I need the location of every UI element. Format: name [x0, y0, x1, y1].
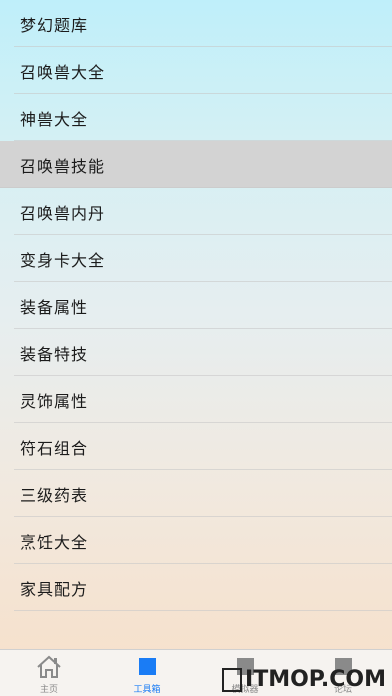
tab-home[interactable]: 主页: [0, 650, 98, 696]
menu-item-beast-skills[interactable]: 召唤兽技能: [0, 141, 392, 188]
home-icon: [36, 655, 62, 679]
menu-item-label: 召唤兽大全: [20, 62, 106, 82]
menu-item-label: 装备属性: [20, 297, 89, 317]
menu-item-accessory-attributes[interactable]: 灵饰属性: [0, 376, 392, 423]
menu-item-divine-beasts[interactable]: 神兽大全: [0, 94, 392, 141]
watermark-logo: ITMOP.COM: [222, 667, 386, 692]
menu-list: 梦幻题库 召唤兽大全 神兽大全 召唤兽技能 召唤兽内丹 变身卡大全 装备属性 装…: [0, 0, 392, 611]
menu-item-label: 召唤兽内丹: [20, 203, 106, 223]
menu-item-level3-medicine[interactable]: 三级药表: [0, 470, 392, 517]
menu-item-label: 符石组合: [20, 438, 89, 458]
menu-item-label: 烹饪大全: [20, 532, 89, 552]
menu-item-equipment-attributes[interactable]: 装备属性: [0, 282, 392, 329]
tab-label: 工具箱: [133, 685, 161, 695]
menu-item-rune-combos[interactable]: 符石组合: [0, 423, 392, 470]
menu-item-label: 变身卡大全: [20, 250, 106, 270]
menu-item-label: 家具配方: [20, 579, 89, 599]
menu-item-beast-cores[interactable]: 召唤兽内丹: [0, 188, 392, 235]
menu-item-label: 梦幻题库: [20, 15, 89, 35]
menu-item-summon-beasts[interactable]: 召唤兽大全: [0, 47, 392, 94]
menu-item-equipment-skills[interactable]: 装备特技: [0, 329, 392, 376]
menu-item-cooking[interactable]: 烹饪大全: [0, 517, 392, 564]
tab-toolbox[interactable]: 工具箱: [98, 650, 196, 696]
toolbox-icon: [134, 655, 160, 679]
menu-item-label: 灵饰属性: [20, 391, 89, 411]
menu-item-label: 装备特技: [20, 344, 89, 364]
menu-item-label: 召唤兽技能: [20, 156, 106, 176]
watermark-text: ITMOP.COM: [245, 667, 386, 692]
tab-label: 主页: [39, 685, 58, 695]
watermark-box-icon: [222, 667, 243, 692]
menu-item-furniture-recipes[interactable]: 家具配方: [0, 564, 392, 611]
menu-item-label: 三级药表: [20, 485, 89, 505]
menu-item-label: 神兽大全: [20, 109, 89, 129]
menu-item-dream-quiz[interactable]: 梦幻题库: [0, 0, 392, 47]
menu-item-transform-cards[interactable]: 变身卡大全: [0, 235, 392, 282]
